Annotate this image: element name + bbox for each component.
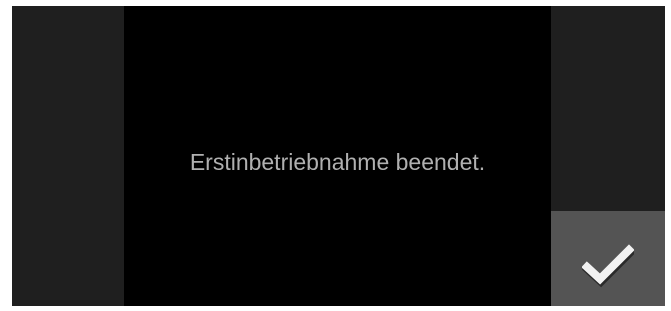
checkmark-icon bbox=[582, 244, 634, 288]
left-side-panel bbox=[12, 6, 124, 306]
message-area: Erstinbetriebnahme beendet. bbox=[124, 6, 551, 306]
display-screen: Erstinbetriebnahme beendet. bbox=[12, 6, 665, 306]
status-message: Erstinbetriebnahme beendet. bbox=[189, 149, 486, 175]
right-side-panel bbox=[551, 6, 665, 211]
confirm-button[interactable] bbox=[551, 211, 665, 306]
